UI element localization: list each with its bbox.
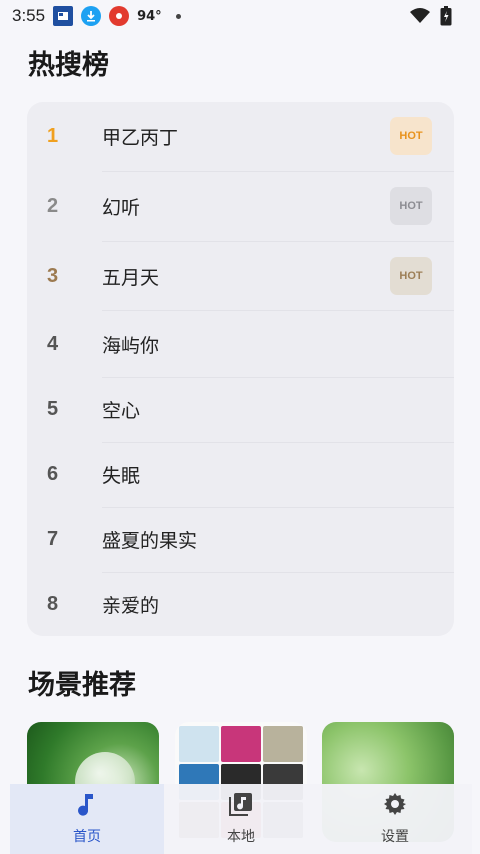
hot-search-rank: 3 — [47, 264, 59, 287]
row-divider — [102, 507, 454, 508]
hot-search-rank: 4 — [47, 332, 59, 355]
hot-search-rank: 2 — [47, 194, 59, 217]
download-icon — [81, 6, 102, 26]
hot-search-song-name: 亲爱的 — [102, 594, 160, 617]
hot-search-rank: 7 — [47, 527, 59, 550]
hot-search-row[interactable]: 7 盛夏的果实 — [27, 511, 454, 567]
app-icon — [109, 6, 130, 26]
nav-local[interactable]: 本地 — [164, 784, 318, 854]
row-divider — [102, 572, 454, 573]
row-divider — [102, 171, 454, 172]
hot-search-row[interactable]: 8 亲爱的 — [27, 576, 454, 632]
hot-badge: HOT — [390, 257, 432, 295]
hot-search-song-name: 盛夏的果实 — [102, 529, 198, 552]
wifi-icon — [410, 8, 430, 28]
nav-settings-label: 设置 — [381, 829, 409, 845]
row-divider — [102, 241, 454, 242]
hot-search-row[interactable]: 2 幻听 HOT — [27, 178, 454, 234]
hot-badge: HOT — [390, 187, 432, 225]
hot-search-song-name: 五月天 — [102, 266, 160, 289]
nav-home[interactable]: 首页 — [10, 784, 164, 854]
row-divider — [102, 442, 454, 443]
status-time: 3:55 — [12, 6, 46, 25]
music-library-icon — [229, 792, 253, 820]
hot-search-title: 热搜榜 — [28, 50, 109, 81]
nav-settings[interactable]: 设置 — [318, 784, 472, 854]
hot-search-rank: 1 — [47, 124, 59, 147]
news-icon — [53, 6, 74, 26]
status-temperature: 94° — [137, 8, 162, 24]
hot-search-song-name: 空心 — [102, 399, 141, 422]
hot-search-row[interactable]: 5 空心 — [27, 381, 454, 437]
scene-recommend-title: 场景推荐 — [28, 670, 136, 701]
hot-search-row[interactable]: 4 海屿你 — [27, 316, 454, 372]
hot-search-row[interactable]: 6 失眠 — [27, 446, 454, 502]
hot-search-row[interactable]: 1 甲乙丙丁 HOT — [27, 108, 454, 164]
status-bar: 3:55 94° — [0, 0, 480, 32]
bottom-navigation: 首页 本地 设置 — [10, 784, 472, 854]
gear-icon — [383, 792, 407, 820]
hot-search-row[interactable]: 3 五月天 HOT — [27, 248, 454, 304]
music-note-icon — [76, 792, 98, 820]
row-divider — [102, 310, 454, 311]
hot-search-list: 1 甲乙丙丁 HOT 2 幻听 HOT 3 五月天 HOT 4 海屿你 5 空心 6 失眠 7 盛夏的果实 8 亲爱… — [27, 102, 454, 636]
row-divider — [102, 377, 454, 378]
hot-search-song-name: 海屿你 — [102, 334, 160, 357]
hot-search-rank: 5 — [47, 397, 59, 420]
hot-search-rank: 8 — [47, 592, 59, 615]
hot-search-rank: 6 — [47, 462, 59, 485]
hot-badge: HOT — [390, 117, 432, 155]
battery-icon — [440, 6, 452, 30]
nav-local-label: 本地 — [227, 829, 255, 845]
hot-search-song-name: 幻听 — [102, 196, 141, 219]
hot-search-song-name: 失眠 — [102, 464, 141, 487]
nav-home-label: 首页 — [73, 829, 101, 845]
notification-dot-icon — [175, 13, 181, 19]
hot-search-song-name: 甲乙丙丁 — [102, 126, 179, 149]
